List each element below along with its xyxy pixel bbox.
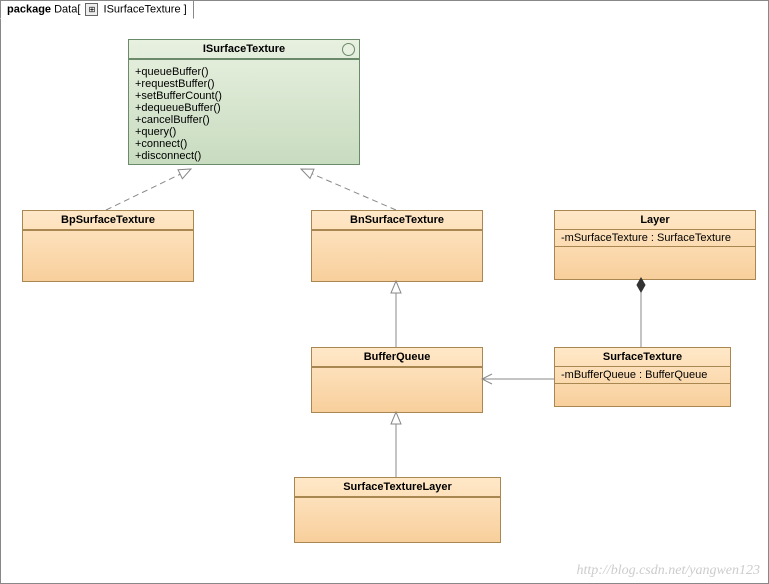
- method: +requestBuffer(): [135, 78, 353, 90]
- class-bpsurfacetexture: BpSurfaceTexture: [22, 210, 194, 282]
- method: +query(): [135, 126, 353, 138]
- package-name: Data: [54, 3, 77, 15]
- method-list: +queueBuffer()+requestBuffer()+setBuffer…: [129, 64, 359, 164]
- method: +disconnect(): [135, 150, 353, 162]
- package-tab: package Data[ ⊞ ISurfaceTexture ]: [0, 0, 194, 19]
- class-layer: Layer -mSurfaceTexture : SurfaceTexture: [554, 210, 756, 280]
- method: +cancelBuffer(): [135, 114, 353, 126]
- class-bufferqueue: BufferQueue: [311, 347, 483, 413]
- attribute: -mSurfaceTexture : SurfaceTexture: [555, 230, 755, 246]
- package-keyword: package: [7, 3, 51, 15]
- class-title: SurfaceTexture: [555, 348, 730, 367]
- package-frame: package Data[ ⊞ ISurfaceTexture ] ISurfa…: [0, 0, 769, 584]
- diagram-icon: ⊞: [85, 3, 98, 16]
- class-bnsurfacetexture: BnSurfaceTexture: [311, 210, 483, 282]
- frame-name: ISurfaceTexture: [104, 3, 181, 15]
- class-surfacetexture: SurfaceTexture -mBufferQueue : BufferQue…: [554, 347, 731, 407]
- interface-icon: [342, 43, 355, 56]
- class-surfacetexturelayer: SurfaceTextureLayer: [294, 477, 501, 543]
- watermark: http://blog.csdn.net/yangwen123: [576, 563, 760, 579]
- method: +connect(): [135, 138, 353, 150]
- class-title: SurfaceTextureLayer: [295, 478, 500, 497]
- class-title: Layer: [555, 211, 755, 230]
- class-title: BufferQueue: [312, 348, 482, 367]
- method: +setBufferCount(): [135, 90, 353, 102]
- class-title: BpSurfaceTexture: [23, 211, 193, 230]
- class-title: BnSurfaceTexture: [312, 211, 482, 230]
- attribute: -mBufferQueue : BufferQueue: [555, 367, 730, 383]
- class-title: ISurfaceTexture: [129, 40, 359, 59]
- method: +queueBuffer(): [135, 66, 353, 78]
- method: +dequeueBuffer(): [135, 102, 353, 114]
- class-name-label: ISurfaceTexture: [203, 43, 285, 55]
- class-isurfacetexture: ISurfaceTexture +queueBuffer()+requestBu…: [128, 39, 360, 165]
